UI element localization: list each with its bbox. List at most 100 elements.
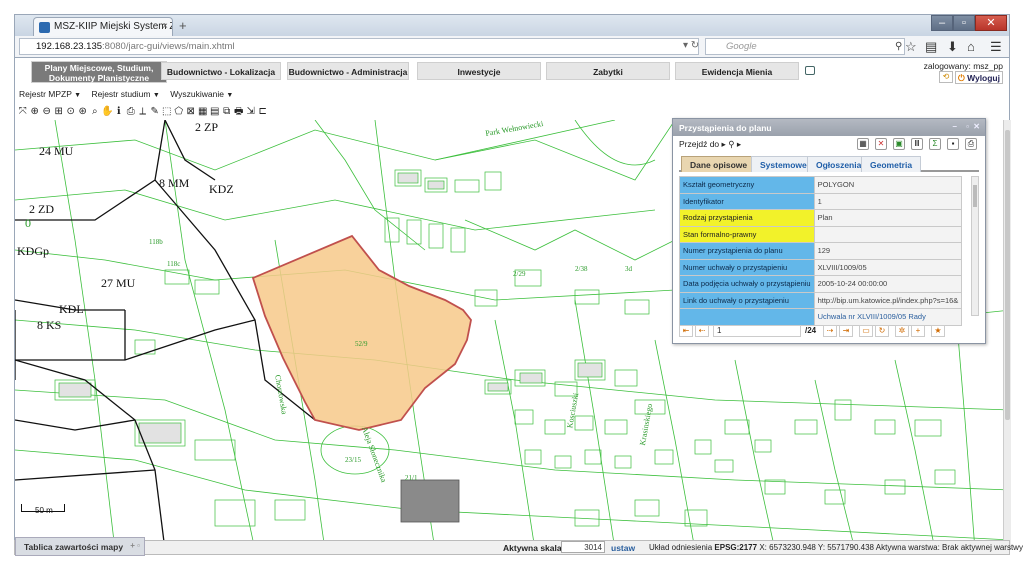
star-icon[interactable]: ★ bbox=[931, 325, 945, 337]
last-page-icon[interactable]: ⇥ bbox=[839, 325, 853, 337]
next-page-icon[interactable]: ⇢ bbox=[823, 325, 837, 337]
zoom-out-icon[interactable]: ⊖ bbox=[41, 106, 53, 117]
table-row[interactable]: Stan formalno-prawny bbox=[679, 225, 969, 243]
menu-investments[interactable]: Inwestycje bbox=[417, 62, 541, 80]
minimize-icon[interactable]: – bbox=[931, 15, 953, 31]
copy-icon[interactable]: ⧉ bbox=[221, 106, 233, 117]
legend-panel-tab[interactable]: Tablica zawartości mapy + ▫ bbox=[15, 537, 145, 556]
table-row[interactable]: Data podjęcia uchwały o przystąpieniu 200… bbox=[679, 275, 969, 293]
scroll-thumb[interactable] bbox=[1005, 130, 1010, 420]
search-input[interactable]: Google bbox=[705, 38, 905, 55]
download-icon[interactable]: ⬇ bbox=[947, 39, 958, 55]
url-input[interactable]: 192.168.23.135:8080/jarc-gui/views/main.… bbox=[19, 38, 699, 55]
export-icon[interactable]: ⇲ bbox=[245, 106, 257, 117]
zoom-scale-icon[interactable]: ⌕ bbox=[89, 106, 101, 117]
printer-icon[interactable]: 🖶 bbox=[233, 104, 245, 121]
refresh-icon[interactable]: ↻ bbox=[875, 325, 889, 337]
set-scale-button[interactable]: ustaw bbox=[611, 543, 635, 553]
plus-icon[interactable]: + bbox=[911, 325, 925, 337]
delete-icon[interactable]: ✕ bbox=[875, 138, 887, 150]
dropdown-studium[interactable]: Rejestr studium ▼ bbox=[91, 89, 159, 99]
window-close-icon[interactable]: ✕ bbox=[975, 15, 1007, 31]
save-icon[interactable]: ▪ bbox=[947, 138, 959, 150]
info-icon[interactable]: ℹ bbox=[113, 106, 125, 117]
goto-menu[interactable]: Przejdź do ▸ ⚲ ▸ bbox=[679, 139, 741, 149]
chevron-right-icon: ▸ bbox=[721, 139, 726, 149]
browser-tab[interactable]: MSZ-KIIP Miejski System Zarzą... × bbox=[33, 17, 173, 37]
table-row[interactable]: Kształt geometryczny POLYGON bbox=[679, 176, 969, 194]
sum-icon[interactable]: Σ bbox=[929, 138, 941, 150]
zoom-in-icon[interactable]: ⊕ bbox=[29, 106, 41, 117]
excel-icon[interactable]: ▣ bbox=[893, 138, 905, 150]
zoom-previous-icon[interactable]: ⊙ bbox=[65, 106, 77, 117]
search-placeholder: Google bbox=[726, 41, 757, 52]
minimize-icon[interactable]: – bbox=[953, 122, 957, 131]
maximize-icon[interactable]: ▫ bbox=[966, 122, 969, 131]
search-icon[interactable]: ⚲ bbox=[895, 41, 902, 52]
attribute-value[interactable]: Uchwala nr XLVIII/1009/05 Rady bbox=[813, 308, 963, 326]
row-spacer bbox=[961, 242, 969, 259]
measure-icon[interactable]: ⟂ bbox=[137, 106, 149, 117]
table-row[interactable]: Identyfikator 1 bbox=[679, 192, 969, 210]
tab-geometry[interactable]: Geometria bbox=[861, 156, 922, 172]
table-icon[interactable]: ▤ bbox=[209, 106, 221, 117]
first-page-icon[interactable]: ⇤ bbox=[679, 325, 693, 337]
menu-monuments[interactable]: Zabytki bbox=[546, 62, 670, 80]
goto-label: Przejdź do bbox=[679, 139, 720, 149]
scale-input[interactable]: 3014 bbox=[561, 541, 605, 553]
maximize-icon[interactable]: ▫ bbox=[953, 15, 975, 31]
table-row[interactable]: Uchwala nr XLVIII/1009/05 Rady bbox=[679, 308, 969, 326]
bookmarks-icon[interactable]: ▤ bbox=[925, 39, 937, 55]
attribute-table: Kształt geometryczny POLYGON Identyfikator… bbox=[679, 176, 969, 326]
full-extent-icon[interactable]: ⤧ bbox=[17, 106, 29, 117]
zoom-box-icon[interactable]: ⊞ bbox=[53, 106, 65, 117]
menu-property-register[interactable]: Ewidencja Mienia bbox=[675, 62, 799, 80]
monitor-icon[interactable] bbox=[805, 66, 815, 75]
table-row[interactable]: Link do uchwały o przystąpieniu http://bi… bbox=[679, 291, 969, 309]
select-rect-icon[interactable]: ⬚ bbox=[161, 106, 173, 117]
zoom-next-icon[interactable]: ⊛ bbox=[77, 106, 89, 117]
pan-hand-icon[interactable]: ✋ bbox=[101, 106, 113, 117]
panel-toggle-icon[interactable]: ⊏ bbox=[257, 106, 269, 117]
user-settings-icon[interactable]: ⟲ bbox=[939, 71, 953, 83]
panel-scrollbar[interactable] bbox=[971, 176, 979, 316]
table-row[interactable]: Numer uchwały o przystąpieniu XLVIII/1009… bbox=[679, 258, 969, 276]
map-scrollbar[interactable] bbox=[1003, 120, 1011, 550]
reload-icon[interactable]: ▾ ↻ bbox=[683, 40, 699, 51]
layers-icon[interactable]: ▦ bbox=[197, 106, 209, 117]
menu-icon[interactable]: ☰ bbox=[990, 39, 1002, 55]
print-icon[interactable]: ⎙ bbox=[125, 106, 137, 117]
tab-descriptive[interactable]: Dane opisowe bbox=[681, 156, 757, 172]
table-edit-icon[interactable]: ▦ bbox=[857, 138, 869, 150]
attribute-value: POLYGON bbox=[813, 176, 963, 194]
panel-header[interactable]: Przystąpienia do planu – ▫ ✕ bbox=[673, 119, 985, 136]
dark-building bbox=[400, 479, 460, 523]
dropdown-search[interactable]: Wyszukiwanie ▼ bbox=[170, 89, 233, 99]
edit-icon[interactable]: ✎ bbox=[149, 106, 161, 117]
prev-page-icon[interactable]: ⇠ bbox=[695, 325, 709, 337]
url-host: 192.168.23.135 bbox=[36, 41, 103, 52]
close-icon[interactable]: ✕ bbox=[973, 122, 980, 131]
bookmark-star-icon[interactable]: ☆ bbox=[905, 39, 917, 55]
close-icon[interactable]: × bbox=[162, 21, 168, 32]
menu-building-location[interactable]: Budownictwo - Lokalizacja bbox=[161, 62, 281, 80]
new-tab-icon[interactable]: + bbox=[179, 18, 187, 33]
columns-icon[interactable]: Ⅲ bbox=[911, 138, 923, 150]
clear-selection-icon[interactable]: ⊠ bbox=[185, 106, 197, 117]
page-input[interactable]: 1 bbox=[713, 325, 801, 337]
scroll-thumb[interactable] bbox=[973, 185, 977, 207]
print-icon[interactable]: ⎙ bbox=[965, 138, 977, 150]
dropdown-mpzp[interactable]: Rejestr MPZP ▼ bbox=[19, 89, 81, 99]
menu-plans[interactable]: Plany Miejscowe, Studium, Dokumenty Plan… bbox=[31, 61, 167, 83]
table-row[interactable]: Numer przystąpienia do planu 129 bbox=[679, 242, 969, 260]
folder-icon[interactable]: ▭ bbox=[859, 325, 873, 337]
expand-icon[interactable]: + ▫ bbox=[130, 541, 140, 550]
home-icon[interactable]: ⌂ bbox=[967, 39, 975, 54]
table-row[interactable]: Rodzaj przystąpienia Plan bbox=[679, 209, 969, 227]
dropdown-label: Wyszukiwanie bbox=[170, 89, 224, 99]
settings-icon[interactable]: ✲ bbox=[895, 325, 909, 337]
select-polygon-icon[interactable]: ⬠ bbox=[173, 106, 185, 117]
menu-building-admin[interactable]: Budownictwo - Administracja bbox=[287, 62, 409, 80]
logout-button[interactable]: ⏻ Wyloguj bbox=[955, 71, 1003, 84]
row-spacer bbox=[961, 193, 969, 210]
